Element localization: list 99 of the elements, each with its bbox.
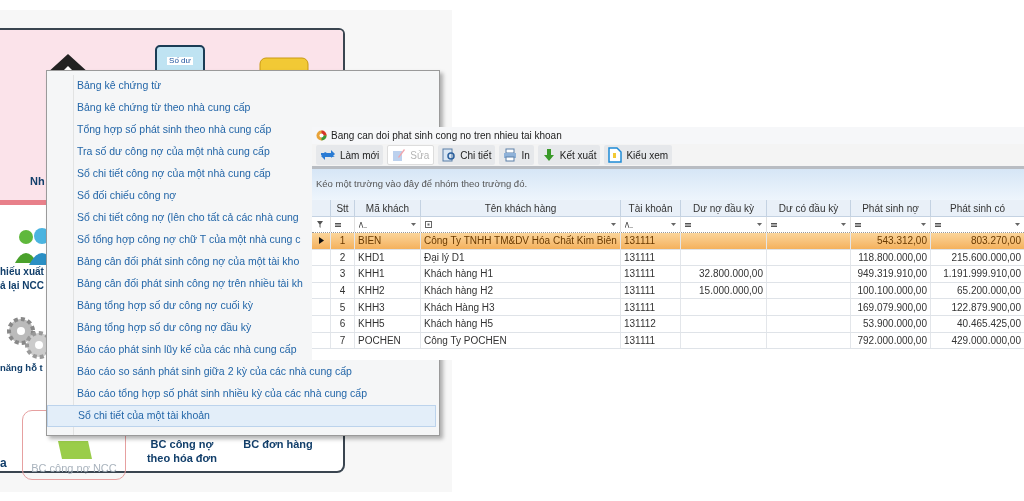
caret-icon	[671, 223, 676, 226]
equals-icon	[855, 222, 861, 227]
caret-icon	[841, 223, 846, 226]
caret-icon	[1015, 223, 1020, 226]
toolbar-button[interactable]: Làm mới	[316, 145, 384, 165]
toolbar-button[interactable]: In	[499, 145, 534, 165]
column-header[interactable]: Tài khoản	[620, 200, 680, 216]
table-cell-text: KHH3	[358, 300, 385, 315]
equals-icon	[685, 222, 691, 227]
table-row[interactable]: 3 KHH1 Khách hàng H1 131111 32.800.000,00 949.319.910,00 1.191.999.910,00	[312, 266, 1024, 283]
table-cell-text: 131111	[624, 300, 656, 315]
caret-icon	[611, 223, 616, 226]
table-cell-text: 53.900.000,00	[863, 317, 927, 332]
table-cell-text: 5	[339, 300, 346, 315]
equals-icon	[771, 222, 777, 227]
table-cell-text: 122.879.900,00	[951, 300, 1021, 315]
column-header[interactable]: Dư nợ đầu kỳ	[680, 200, 766, 216]
magnifier-icon	[442, 148, 457, 162]
table-cell-text: 949.319.910,00	[857, 267, 927, 282]
table-cell-text: 3	[339, 267, 346, 282]
table-cell-text: 131111	[624, 234, 656, 249]
table-cell-text: 2	[339, 250, 346, 265]
table-cell-text: Khách Hàng H3	[424, 300, 495, 315]
caret-icon	[411, 223, 416, 226]
table-cell-text: 131111	[624, 333, 656, 348]
pencil-icon	[392, 148, 407, 162]
table-cell-text: KHD1	[358, 250, 385, 265]
filter-icon	[317, 221, 325, 228]
menu-item[interactable]: Báo cáo so sánh phát sinh giữa 2 kỳ của các nhà cung cấp	[74, 361, 436, 383]
tile-label[interactable]: ả lại NCC	[0, 279, 44, 293]
table-cell-text: 32.800.000,00	[699, 267, 763, 282]
printer-icon	[503, 148, 518, 162]
table-row[interactable]: 1 BIEN Công Ty TNHH TM&DV Hóa Chất Kim Biên 131111 543.312,00 803.270,00	[312, 233, 1024, 250]
table-cell-text: 6	[339, 317, 346, 332]
caret-icon	[921, 223, 926, 226]
tile-label[interactable]: Nh	[30, 174, 45, 188]
column-header[interactable]: Stt	[330, 200, 354, 216]
menu-item[interactable]: Bảng kê chứng từ	[74, 75, 436, 97]
tile-label[interactable]: BC đơn hàng	[243, 437, 313, 451]
menu-item[interactable]: Báo cáo tổng hợp số phát sinh nhiều kỳ của các nhà cung cấp	[74, 383, 436, 405]
app-logo-icon	[316, 130, 327, 141]
text-filter-icon	[625, 221, 633, 228]
table-cell-text: 792.000.000,00	[857, 333, 927, 348]
table-cell-text: Công Ty POCHEN	[424, 333, 507, 348]
text-filter-icon	[359, 221, 367, 228]
table-cell-text: 40.465.425,00	[957, 317, 1021, 332]
column-header[interactable]: Mã khách	[354, 200, 420, 216]
equals-icon	[335, 222, 341, 227]
toolbar-button[interactable]: Kết xuất	[537, 145, 601, 165]
tile-label[interactable]: BC công nợ theo hóa đơn	[140, 437, 224, 465]
table-cell-text: Khách hàng H1	[424, 267, 493, 282]
table-cell-text: 1.191.999.910,00	[943, 267, 1021, 282]
list-filter-icon	[425, 221, 432, 228]
table-cell-text: Khách hàng H2	[424, 284, 493, 299]
table-cell-text: 131112	[624, 317, 656, 332]
table-cell-text: Khách hàng H5	[424, 317, 493, 332]
table-cell-text: 131111	[624, 267, 656, 282]
table-cell-text: Đại lý D1	[424, 250, 465, 265]
table-cell-text: 803.270,00	[970, 234, 1021, 249]
table-row[interactable]: 5 KHH3 Khách Hàng H3 131111 169.079.900,00 122.879.900,00	[312, 299, 1024, 316]
group-panel-hint: Kéo một trường vào đây để nhóm theo trường đó.	[316, 177, 528, 192]
table-cell-text: 65.200.000,00	[957, 284, 1021, 299]
folder-badge: Số dư	[167, 57, 193, 65]
document-icon	[608, 147, 623, 163]
tile-label[interactable]: năng hỗ t	[0, 361, 43, 375]
column-header[interactable]: Phát sinh có	[930, 200, 1024, 216]
caret-icon	[757, 223, 762, 226]
tile-label[interactable]: a	[0, 456, 7, 470]
column-header[interactable]: Dư có đầu kỳ	[766, 200, 850, 216]
table-cell-text: 100.100.000,00	[857, 284, 927, 299]
toolbar-button[interactable]: Chi tiết	[438, 145, 496, 165]
table-cell-text: 118.800.000,00	[858, 250, 927, 265]
window-title: Bang can doi phat sinh cong no tren nhieu tai khoan	[331, 129, 562, 143]
refresh-icon	[320, 148, 336, 162]
table-cell-text: 7	[339, 333, 346, 348]
table-cell-text: BIEN	[358, 234, 382, 249]
download-icon	[541, 148, 556, 162]
table-cell-text: 4	[339, 284, 346, 299]
menu-item[interactable]: Sổ chi tiết của một tài khoản	[47, 405, 436, 427]
table-cell-text: KHH5	[358, 317, 385, 332]
row-pointer-icon	[318, 237, 324, 245]
table-cell-text: 215.600.000,00	[951, 250, 1021, 265]
table-cell-text: 15.000.000,00	[699, 284, 763, 299]
table-cell-text: 131111	[624, 284, 656, 299]
table-cell-text: KHH2	[358, 284, 385, 299]
column-header[interactable]: Tên khách hàng	[420, 200, 620, 216]
equals-icon	[935, 222, 941, 227]
column-header[interactable]: Phát sinh nợ	[850, 200, 930, 216]
table-cell-text: 1	[339, 234, 346, 249]
table-cell-text: 543.312,00	[876, 234, 927, 249]
table-cell-text: 429.000.000,00	[951, 333, 1021, 348]
toolbar-button[interactable]: Kiểu xem	[604, 145, 673, 165]
table-cell-text: KHH1	[358, 267, 385, 282]
table-cell-text: POCHEN	[358, 333, 401, 348]
table-cell-text: 131111	[624, 250, 656, 265]
tile-label[interactable]: hiếu xuất	[0, 265, 44, 279]
table-cell-text: Công Ty TNHH TM&DV Hóa Chất Kim Biên	[424, 234, 617, 249]
menu-item[interactable]: Bảng kê chứng từ theo nhà cung cấp	[74, 97, 436, 119]
table-cell-text: 169.079.900,00	[857, 300, 927, 315]
